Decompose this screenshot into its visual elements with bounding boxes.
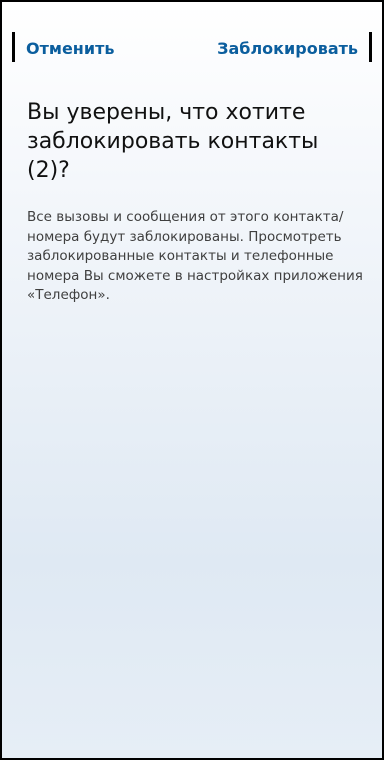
block-button[interactable]: Заблокировать xyxy=(217,39,358,58)
right-edge-marker xyxy=(369,32,372,62)
dialog-message: Все вызовы и сообщения от этого контакта… xyxy=(27,209,363,303)
cancel-button[interactable]: Отменить xyxy=(26,39,114,58)
dialog-title: Вы уверены, что хотите заблокировать кон… xyxy=(27,100,319,183)
left-edge-marker xyxy=(12,32,15,62)
block-contacts-screen: Отменить Заблокировать Вы уверены, что х… xyxy=(0,0,384,760)
action-bar: Отменить Заблокировать xyxy=(26,35,358,61)
